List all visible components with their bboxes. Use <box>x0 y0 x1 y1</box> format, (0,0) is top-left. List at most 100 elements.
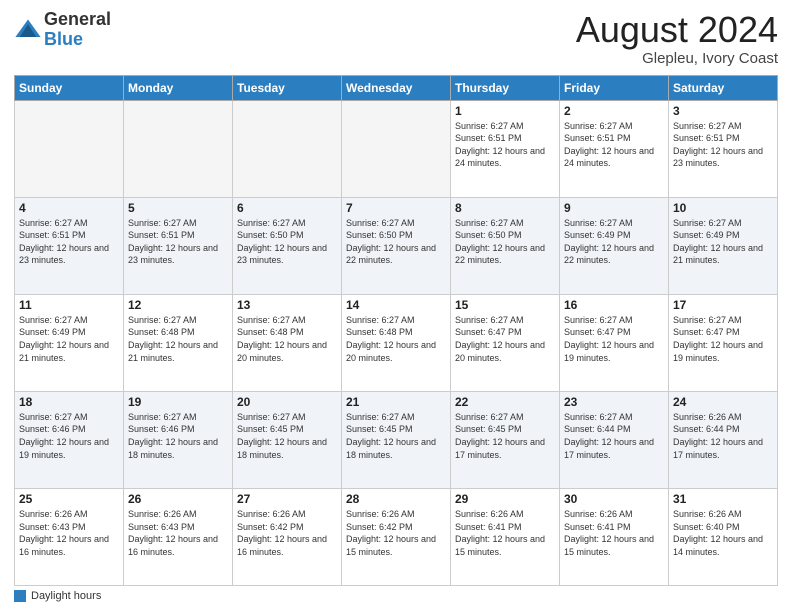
day-number: 15 <box>455 298 555 312</box>
col-header-sunday: Sunday <box>15 75 124 100</box>
day-info: Sunrise: 6:26 AMSunset: 6:42 PMDaylight:… <box>346 508 446 558</box>
day-info: Sunrise: 6:27 AMSunset: 6:50 PMDaylight:… <box>346 217 446 267</box>
day-info: Sunrise: 6:27 AMSunset: 6:46 PMDaylight:… <box>19 411 119 461</box>
day-info: Sunrise: 6:27 AMSunset: 6:46 PMDaylight:… <box>128 411 228 461</box>
day-cell: 30 Sunrise: 6:26 AMSunset: 6:41 PMDayligh… <box>560 488 669 585</box>
day-number: 23 <box>564 395 664 409</box>
day-cell: 8Sunrise: 6:27 AMSunset: 6:50 PMDaylight… <box>451 197 560 294</box>
footer-dot <box>14 590 26 602</box>
day-info: Sunrise: 6:27 AMSunset: 6:48 PMDaylight:… <box>346 314 446 364</box>
col-header-tuesday: Tuesday <box>233 75 342 100</box>
day-info: Sunrise: 6:26 AMSunset: 6:42 PMDaylight:… <box>237 508 337 558</box>
footer: Daylight hours <box>14 590 778 602</box>
day-number: 28 <box>346 492 446 506</box>
day-cell: 21 Sunrise: 6:27 AMSunset: 6:45 PMDayligh… <box>342 391 451 488</box>
day-info: Sunrise: 6:27 AMSunset: 6:44 PMDaylight:… <box>564 411 664 461</box>
col-header-monday: Monday <box>124 75 233 100</box>
day-cell: 14 Sunrise: 6:27 AMSunset: 6:48 PMDayligh… <box>342 294 451 391</box>
day-cell: 17Sunrise: 6:27 AMSunset: 6:47 PMDayligh… <box>669 294 778 391</box>
day-number: 5 <box>128 201 228 215</box>
location-title: Glepleu, Ivory Coast <box>576 50 778 67</box>
day-number: 6 <box>237 201 337 215</box>
day-info: Sunrise: 6:26 AMSunset: 6:44 PMDaylight:… <box>673 411 773 461</box>
day-number: 10 <box>673 201 773 215</box>
day-number: 12 <box>128 298 228 312</box>
logo-text: General Blue <box>44 10 111 50</box>
day-cell: 4Sunrise: 6:27 AMSunset: 6:51 PMDaylight… <box>15 197 124 294</box>
day-info: Sunrise: 6:27 AMSunset: 6:51 PMDaylight:… <box>128 217 228 267</box>
day-number: 24 <box>673 395 773 409</box>
col-header-thursday: Thursday <box>451 75 560 100</box>
week-row-3: 11Sunrise: 6:27 AMSunset: 6:49 PMDayligh… <box>15 294 778 391</box>
day-info: Sunrise: 6:27 AMSunset: 6:49 PMDaylight:… <box>673 217 773 267</box>
day-number: 7 <box>346 201 446 215</box>
day-info: Sunrise: 6:27 AMSunset: 6:47 PMDaylight:… <box>673 314 773 364</box>
day-number: 2 <box>564 104 664 118</box>
day-number: 14 <box>346 298 446 312</box>
day-number: 30 <box>564 492 664 506</box>
day-number: 20 <box>237 395 337 409</box>
logo: General Blue <box>14 10 111 50</box>
day-number: 19 <box>128 395 228 409</box>
day-number: 29 <box>455 492 555 506</box>
day-info: Sunrise: 6:27 AMSunset: 6:50 PMDaylight:… <box>237 217 337 267</box>
day-number: 26 <box>128 492 228 506</box>
day-cell: 20 Sunrise: 6:27 AMSunset: 6:45 PMDayligh… <box>233 391 342 488</box>
day-info: Sunrise: 6:27 AMSunset: 6:48 PMDaylight:… <box>128 314 228 364</box>
day-cell: 1 Sunrise: 6:27 AMSunset: 6:51 PMDaylight… <box>451 100 560 197</box>
day-cell: 31Sunrise: 6:26 AMSunset: 6:40 PMDayligh… <box>669 488 778 585</box>
day-info: Sunrise: 6:26 AMSunset: 6:43 PMDaylight:… <box>19 508 119 558</box>
day-info: Sunrise: 6:27 AMSunset: 6:51 PMDaylight:… <box>19 217 119 267</box>
day-number: 1 <box>455 104 555 118</box>
day-cell: 16 Sunrise: 6:27 AMSunset: 6:47 PMDayligh… <box>560 294 669 391</box>
title-block: August 2024 Glepleu, Ivory Coast <box>576 10 778 67</box>
footer-label: Daylight hours <box>31 590 101 602</box>
page: General Blue August 2024 Glepleu, Ivory … <box>0 0 792 612</box>
day-info: Sunrise: 6:27 AMSunset: 6:51 PMDaylight:… <box>673 120 773 170</box>
logo-icon <box>14 16 42 44</box>
day-info: Sunrise: 6:26 AMSunset: 6:41 PMDaylight:… <box>564 508 664 558</box>
logo-general: General <box>44 10 111 30</box>
day-info: Sunrise: 6:27 AMSunset: 6:50 PMDaylight:… <box>455 217 555 267</box>
day-cell: 6 Sunrise: 6:27 AMSunset: 6:50 PMDaylight… <box>233 197 342 294</box>
day-info: Sunrise: 6:27 AMSunset: 6:47 PMDaylight:… <box>564 314 664 364</box>
day-cell <box>342 100 451 197</box>
day-cell: 18Sunrise: 6:27 AMSunset: 6:46 PMDayligh… <box>15 391 124 488</box>
day-info: Sunrise: 6:27 AMSunset: 6:47 PMDaylight:… <box>455 314 555 364</box>
week-row-4: 18Sunrise: 6:27 AMSunset: 6:46 PMDayligh… <box>15 391 778 488</box>
day-number: 9 <box>564 201 664 215</box>
week-row-1: 1 Sunrise: 6:27 AMSunset: 6:51 PMDaylight… <box>15 100 778 197</box>
day-cell: 12 Sunrise: 6:27 AMSunset: 6:48 PMDayligh… <box>124 294 233 391</box>
day-number: 27 <box>237 492 337 506</box>
day-cell: 19 Sunrise: 6:27 AMSunset: 6:46 PMDayligh… <box>124 391 233 488</box>
day-info: Sunrise: 6:26 AMSunset: 6:40 PMDaylight:… <box>673 508 773 558</box>
day-cell: 28 Sunrise: 6:26 AMSunset: 6:42 PMDayligh… <box>342 488 451 585</box>
week-row-5: 25 Sunrise: 6:26 AMSunset: 6:43 PMDayligh… <box>15 488 778 585</box>
day-cell <box>124 100 233 197</box>
day-cell <box>15 100 124 197</box>
day-cell: 2Sunrise: 6:27 AMSunset: 6:51 PMDaylight… <box>560 100 669 197</box>
day-info: Sunrise: 6:27 AMSunset: 6:51 PMDaylight:… <box>455 120 555 170</box>
week-row-2: 4Sunrise: 6:27 AMSunset: 6:51 PMDaylight… <box>15 197 778 294</box>
day-cell: 25 Sunrise: 6:26 AMSunset: 6:43 PMDayligh… <box>15 488 124 585</box>
day-number: 25 <box>19 492 119 506</box>
day-number: 21 <box>346 395 446 409</box>
day-info: Sunrise: 6:26 AMSunset: 6:41 PMDaylight:… <box>455 508 555 558</box>
logo-blue: Blue <box>44 30 111 50</box>
day-number: 16 <box>564 298 664 312</box>
day-cell: 7 Sunrise: 6:27 AMSunset: 6:50 PMDaylight… <box>342 197 451 294</box>
day-info: Sunrise: 6:27 AMSunset: 6:45 PMDaylight:… <box>346 411 446 461</box>
day-info: Sunrise: 6:27 AMSunset: 6:48 PMDaylight:… <box>237 314 337 364</box>
day-number: 22 <box>455 395 555 409</box>
day-info: Sunrise: 6:26 AMSunset: 6:43 PMDaylight:… <box>128 508 228 558</box>
day-cell: 23 Sunrise: 6:27 AMSunset: 6:44 PMDayligh… <box>560 391 669 488</box>
day-cell: 22Sunrise: 6:27 AMSunset: 6:45 PMDayligh… <box>451 391 560 488</box>
header: General Blue August 2024 Glepleu, Ivory … <box>14 10 778 67</box>
day-cell: 27 Sunrise: 6:26 AMSunset: 6:42 PMDayligh… <box>233 488 342 585</box>
day-cell: 26 Sunrise: 6:26 AMSunset: 6:43 PMDayligh… <box>124 488 233 585</box>
day-info: Sunrise: 6:27 AMSunset: 6:45 PMDaylight:… <box>237 411 337 461</box>
day-cell: 11Sunrise: 6:27 AMSunset: 6:49 PMDayligh… <box>15 294 124 391</box>
day-cell <box>233 100 342 197</box>
day-cell: 10 Sunrise: 6:27 AMSunset: 6:49 PMDayligh… <box>669 197 778 294</box>
day-cell: 15 Sunrise: 6:27 AMSunset: 6:47 PMDayligh… <box>451 294 560 391</box>
